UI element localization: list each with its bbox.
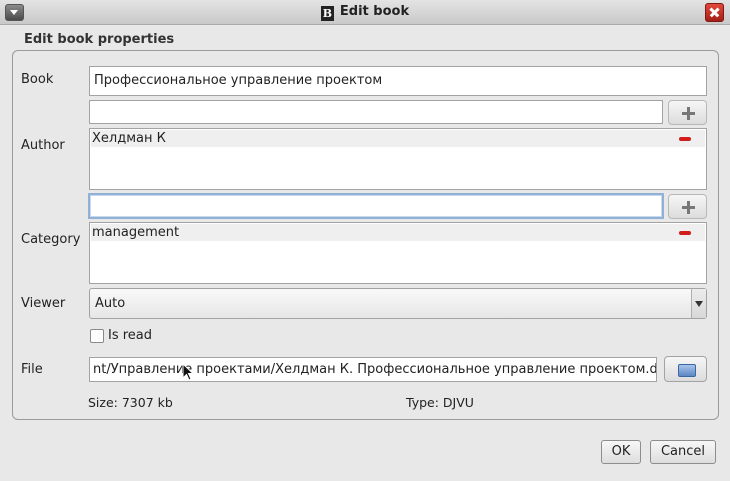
file-label: File xyxy=(21,362,43,377)
close-button[interactable] xyxy=(705,3,724,22)
category-label: Category xyxy=(21,232,81,247)
author-list: Хелдман К xyxy=(89,128,707,190)
category-list: management xyxy=(89,222,707,284)
is-read-label: Is read xyxy=(108,328,153,343)
list-item[interactable]: management xyxy=(91,224,705,241)
author-name: Хелдман К xyxy=(92,131,166,146)
browse-file-button[interactable] xyxy=(664,356,707,382)
add-category-button[interactable] xyxy=(668,194,707,219)
ok-button[interactable]: OK xyxy=(601,440,641,464)
file-size: Size: 7307 kb xyxy=(88,395,173,410)
window-title-area: B Edit book xyxy=(0,4,730,21)
remove-author-minus-icon[interactable] xyxy=(679,137,691,141)
remove-category-minus-icon[interactable] xyxy=(679,231,691,235)
dropdown-arrow-icon[interactable] xyxy=(691,289,706,318)
book-label: Book xyxy=(21,72,54,87)
title-bar: B Edit book xyxy=(0,0,730,25)
window-title: Edit book xyxy=(339,4,410,19)
book-title-input[interactable]: Профессиональное управление проектом xyxy=(89,66,707,96)
cancel-button[interactable]: Cancel xyxy=(650,440,716,464)
viewer-selected-value: Auto xyxy=(95,296,126,311)
is-read-checkbox[interactable] xyxy=(90,329,104,343)
category-name: management xyxy=(92,225,180,240)
file-path-input[interactable]: nt/Управление проектами/Хелдман К. Профе… xyxy=(89,357,657,382)
group-title: Edit book properties xyxy=(24,32,175,47)
folder-icon xyxy=(678,364,696,377)
category-input[interactable] xyxy=(88,193,664,219)
author-input[interactable] xyxy=(89,100,663,124)
file-type: Type: DJVU xyxy=(406,395,474,410)
viewer-label: Viewer xyxy=(21,296,66,311)
author-label: Author xyxy=(21,138,65,153)
list-item[interactable]: Хелдман К xyxy=(91,130,705,147)
mouse-cursor-icon xyxy=(182,363,194,381)
add-author-button[interactable] xyxy=(668,100,707,125)
viewer-select[interactable]: Auto xyxy=(89,288,707,319)
app-logo-icon: B xyxy=(320,6,334,21)
